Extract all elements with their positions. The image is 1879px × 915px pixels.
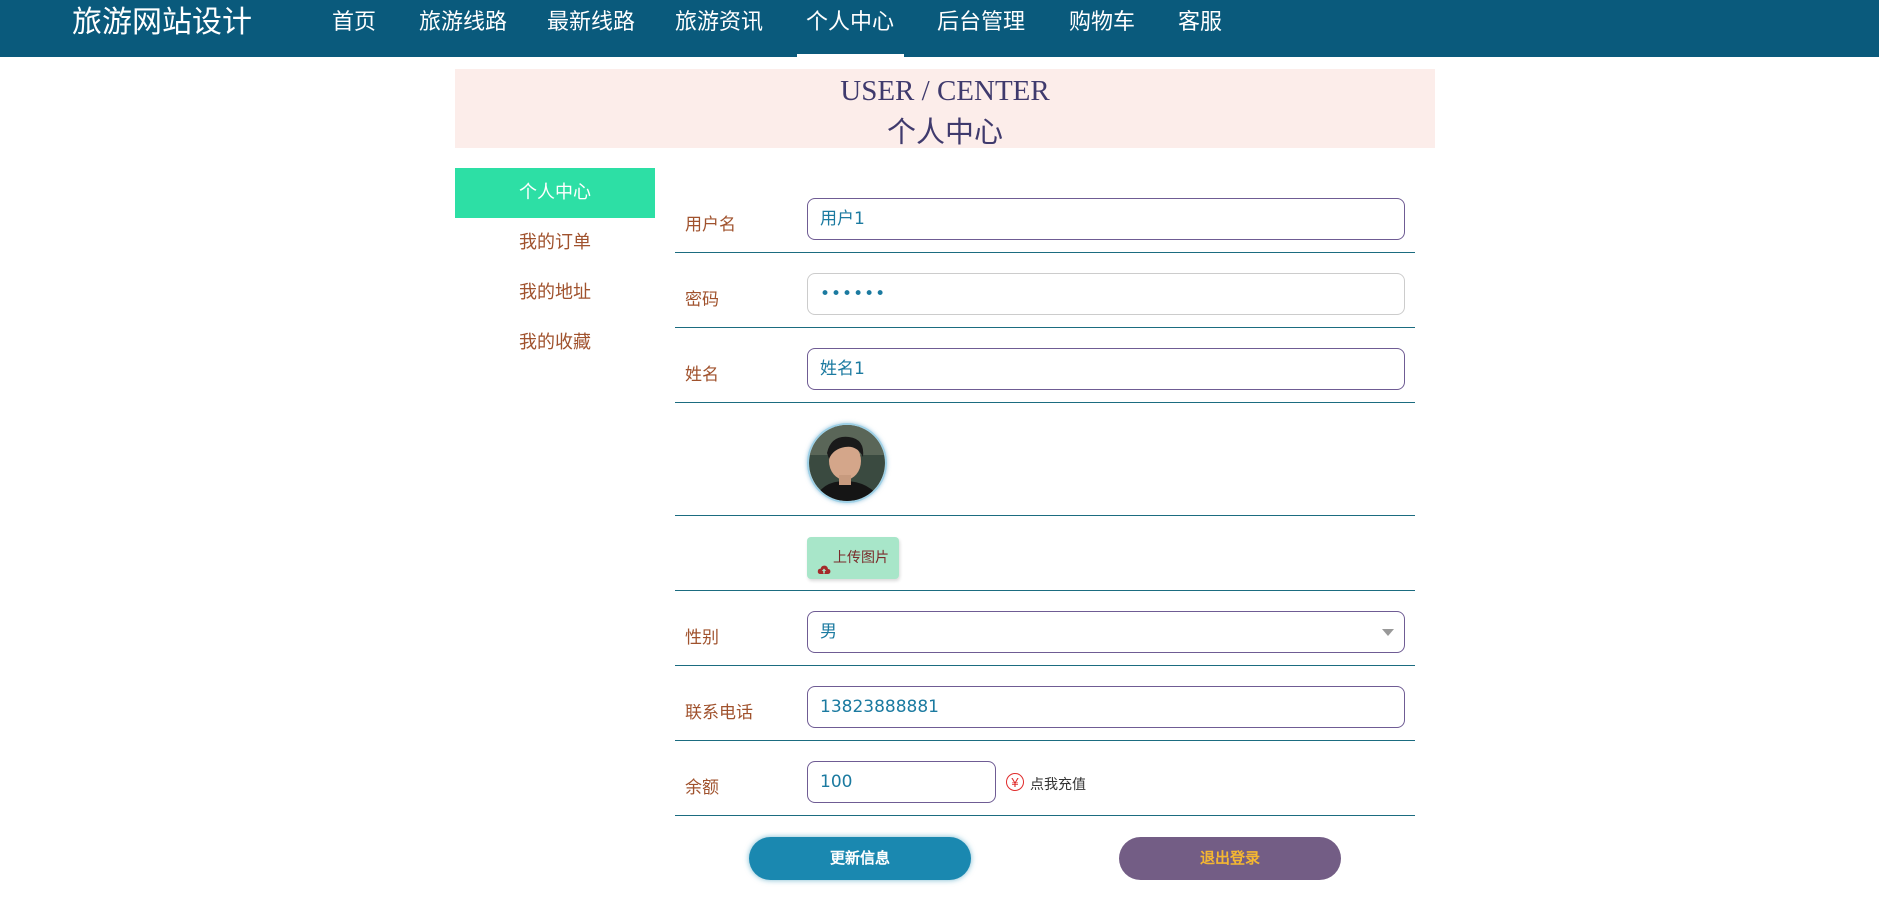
nav-item-user-center[interactable]: 个人中心 (806, 0, 894, 46)
name-label: 姓名 (685, 365, 719, 385)
nav-item-news[interactable]: 旅游资讯 (675, 0, 763, 46)
nav-item-routes[interactable]: 旅游线路 (419, 0, 507, 46)
phone-input[interactable]: 13823888881 (807, 686, 1405, 728)
top-navbar: 旅游网站设计 首页 旅游线路 最新线路 旅游资讯 个人中心 后台管理 购物车 客… (0, 0, 1879, 57)
gender-label: 性别 (685, 628, 719, 648)
username-label: 用户名 (685, 215, 736, 235)
name-input[interactable]: 姓名1 (807, 348, 1405, 390)
nav-item-latest-routes[interactable]: 最新线路 (547, 0, 635, 46)
chevron-down-icon (1382, 629, 1394, 636)
balance-input[interactable]: 100 (807, 761, 996, 803)
password-input[interactable]: •••••• (807, 273, 1405, 315)
avatar (807, 423, 887, 503)
sidebar-item-my-address[interactable]: 我的地址 (455, 268, 655, 318)
upload-image-button[interactable]: 上传图片 (807, 537, 899, 579)
banner-title-en: USER / CENTER (840, 75, 1050, 107)
upload-image-label: 上传图片 (833, 550, 889, 566)
username-input[interactable]: 用户1 (807, 198, 1405, 240)
nav-item-service[interactable]: 客服 (1178, 0, 1222, 46)
gender-selected-value: 男 (820, 622, 837, 642)
nav-active-indicator (797, 54, 904, 57)
logout-button[interactable]: 退出登录 (1119, 837, 1341, 880)
page-banner: USER / CENTER 个人中心 (455, 69, 1435, 149)
form-row-avatar (675, 415, 1415, 516)
yen-icon: ¥ (1006, 773, 1024, 791)
password-label: 密码 (685, 290, 719, 310)
balance-label: 余额 (685, 778, 719, 798)
recharge-link[interactable]: 点我充值 (1030, 774, 1086, 794)
update-info-button[interactable]: 更新信息 (749, 837, 971, 880)
form-row-upload (675, 528, 1415, 591)
sidebar-item-my-orders[interactable]: 我的订单 (455, 218, 655, 268)
cloud-upload-icon (817, 551, 831, 593)
nav-item-cart[interactable]: 购物车 (1069, 0, 1135, 46)
gender-select[interactable]: 男 (807, 611, 1405, 653)
site-brand[interactable]: 旅游网站设计 (72, 0, 252, 46)
nav-item-admin[interactable]: 后台管理 (937, 0, 1025, 46)
phone-label: 联系电话 (685, 703, 753, 723)
nav-item-home[interactable]: 首页 (332, 0, 376, 46)
sidebar-item-my-favorites[interactable]: 我的收藏 (455, 318, 655, 368)
sidebar-item-user-center[interactable]: 个人中心 (455, 168, 655, 218)
banner-title-cn: 个人中心 (886, 115, 1003, 149)
